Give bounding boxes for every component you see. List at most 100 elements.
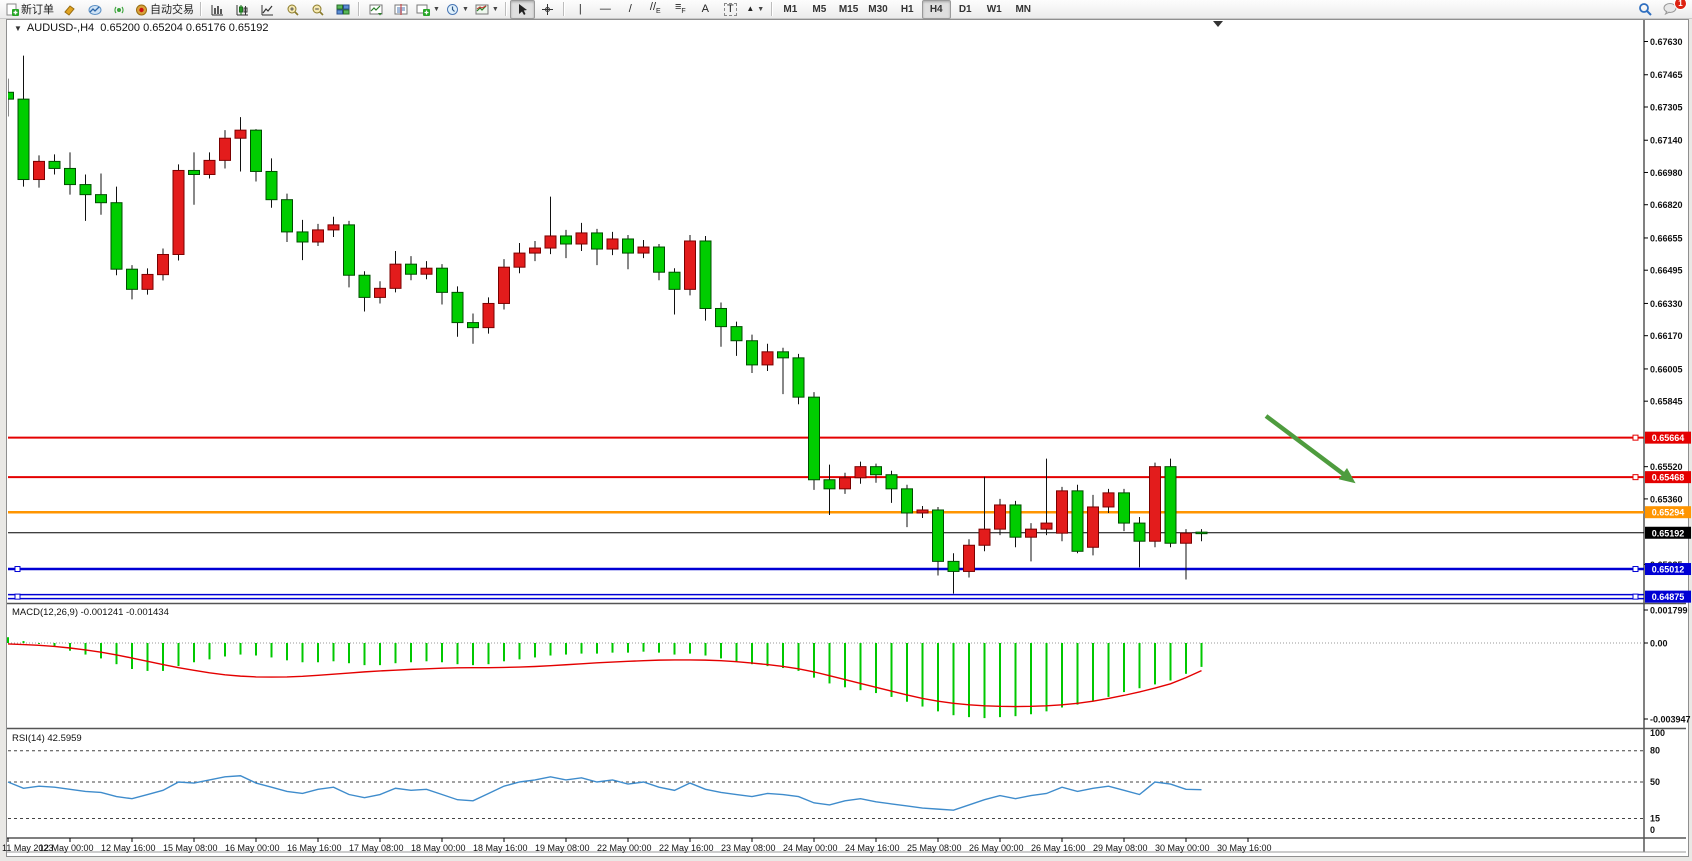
candle-body <box>173 170 184 254</box>
text-tool-button[interactable]: A <box>693 0 718 19</box>
rsi-axis-label: 50 <box>1650 777 1660 787</box>
zoom-out-icon <box>311 3 325 16</box>
price-tick-label: 0.66005 <box>1650 364 1683 374</box>
new-order-button[interactable]: 新订单 <box>3 0 57 19</box>
timeframe-button-m1[interactable]: M1 <box>776 0 805 19</box>
search-icon <box>1638 2 1653 16</box>
timeframe-button-mn[interactable]: MN <box>1009 0 1038 19</box>
arrow-annotation[interactable] <box>1266 416 1356 483</box>
candle-body <box>18 99 29 179</box>
line-handle[interactable] <box>1633 567 1638 572</box>
market-watch-button[interactable] <box>57 0 82 19</box>
crosshair-tool-button[interactable] <box>535 0 560 19</box>
chart-cloud-icon <box>88 3 102 16</box>
chart-candles-button[interactable] <box>230 0 255 19</box>
timeframe-button-h4[interactable]: H4 <box>922 0 951 19</box>
signals-button[interactable] <box>107 0 132 19</box>
vertical-line-icon: | <box>579 4 582 15</box>
line-handle[interactable] <box>1633 594 1638 599</box>
candle-body <box>344 225 355 275</box>
time-tick-label: 16 May 00:00 <box>225 843 280 853</box>
data-window-button[interactable] <box>82 0 107 19</box>
shapes-icon: ▲ <box>746 5 754 13</box>
timeframe-button-m30[interactable]: M30 <box>863 0 892 19</box>
toolbar-separator <box>771 2 773 16</box>
candle-body <box>607 239 618 249</box>
candle-body <box>1041 523 1052 529</box>
trendline-tool-button[interactable]: / <box>618 0 643 19</box>
price-badge-label: 0.65294 <box>1652 508 1685 518</box>
candle-body <box>917 510 928 513</box>
line-handle[interactable] <box>1633 475 1638 480</box>
candle-body <box>375 288 386 297</box>
indicator-window-button[interactable] <box>363 0 388 19</box>
candle-body <box>902 489 913 513</box>
toolbar: 新订单 自动交易 ▼ ▼ ▼ | — / //E ≡F A T ▲▼ M1M5M… <box>0 0 1692 19</box>
time-tick-label: 25 May 08:00 <box>907 843 962 853</box>
candle-body <box>561 236 572 244</box>
candle-body <box>1026 529 1037 537</box>
horizontal-line-tool-button[interactable]: — <box>593 0 618 19</box>
rsi-line <box>8 776 1202 810</box>
candle-body <box>623 239 634 253</box>
price-badge-label: 0.65468 <box>1652 473 1685 483</box>
zoom-out-button[interactable] <box>305 0 330 19</box>
price-tick-label: 0.66980 <box>1650 168 1683 178</box>
chart-line-button[interactable] <box>255 0 280 19</box>
time-tick-label: 19 May 08:00 <box>535 843 590 853</box>
macd-axis-label: -0.003947 <box>1650 715 1691 725</box>
chart-bars-button[interactable] <box>205 0 230 19</box>
vertical-line-tool-button[interactable]: | <box>568 0 593 19</box>
chart-shift-marker[interactable] <box>1213 21 1223 27</box>
timeframe-button-w1[interactable]: W1 <box>980 0 1009 19</box>
candle-body <box>669 272 680 289</box>
fibonacci-tool-button[interactable]: ≡F <box>668 0 693 19</box>
toolbar-separator <box>563 2 565 16</box>
candle-body <box>1165 467 1176 544</box>
candle-body <box>576 233 587 244</box>
price-tick-label: 0.67465 <box>1650 70 1683 80</box>
line-handle[interactable] <box>15 594 20 599</box>
toolbar-separator <box>200 2 202 16</box>
search-button[interactable] <box>1633 0 1658 19</box>
notifications-button[interactable]: 1 <box>1658 0 1683 19</box>
tile-windows-button[interactable] <box>330 0 355 19</box>
auto-trading-button[interactable]: 自动交易 <box>132 0 197 19</box>
line-handle[interactable] <box>1633 435 1638 440</box>
chart-canvas[interactable]: 0.676300.674650.673050.671400.669800.668… <box>0 0 1692 861</box>
text-label-tool-button[interactable]: T <box>718 0 743 19</box>
price-tick-label: 0.65360 <box>1650 494 1683 504</box>
candle-body <box>65 168 76 184</box>
timeframe-button-m15[interactable]: M15 <box>834 0 863 19</box>
candle-body <box>34 161 45 179</box>
price-tick-label: 0.67140 <box>1650 136 1683 146</box>
channel-tool-button[interactable]: //E <box>643 0 668 19</box>
indicator-list-button[interactable] <box>388 0 413 19</box>
price-tick-label: 0.65845 <box>1650 397 1683 407</box>
candle-body <box>948 561 959 571</box>
add-indicator-button[interactable]: ▼ <box>413 0 443 19</box>
price-tick-label: 0.66495 <box>1650 266 1683 276</box>
template-button[interactable]: ▼ <box>472 0 502 19</box>
price-tick-label: 0.65520 <box>1650 462 1683 472</box>
candle-body <box>96 195 107 203</box>
candle-body <box>359 275 370 297</box>
timeframe-button-d1[interactable]: D1 <box>951 0 980 19</box>
candle-body <box>297 232 308 242</box>
candle-body <box>499 267 510 303</box>
toolbar-separator <box>505 2 507 16</box>
candle-body <box>282 200 293 232</box>
candle-body <box>328 225 339 230</box>
shapes-tool-button[interactable]: ▲▼ <box>743 0 768 19</box>
zoom-in-button[interactable] <box>280 0 305 19</box>
time-tick-label: 30 May 16:00 <box>1217 843 1272 853</box>
hline-objects <box>8 438 1644 599</box>
line-handle[interactable] <box>15 567 20 572</box>
timeframe-button-h1[interactable]: H1 <box>893 0 922 19</box>
macd-signal-line <box>8 644 1202 707</box>
zoom-in-icon <box>286 3 300 16</box>
timeframe-button-m5[interactable]: M5 <box>805 0 834 19</box>
period-button[interactable]: ▼ <box>443 0 472 19</box>
cursor-tool-button[interactable] <box>510 0 535 19</box>
line-chart-icon <box>261 3 274 16</box>
